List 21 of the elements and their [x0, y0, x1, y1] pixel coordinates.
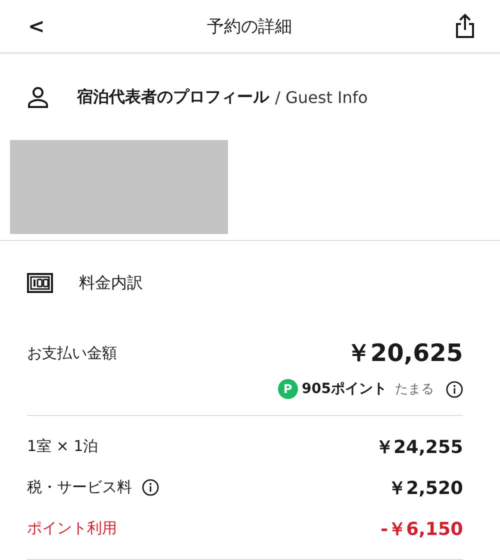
person-icon [27, 86, 49, 108]
fee-label: ポイント利用 [27, 519, 117, 538]
info-icon[interactable] [446, 380, 463, 398]
fee-amount: -￥6,150 [380, 518, 463, 540]
points-badge: P [278, 379, 298, 399]
info-icon[interactable] [142, 479, 159, 496]
fee-amount: ￥2,520 [388, 476, 463, 500]
fee-amount: ￥24,255 [376, 436, 463, 458]
points-amount: 905ポイント [302, 380, 387, 398]
total-label: お支払い金額 [27, 344, 117, 364]
back-button[interactable]: < [28, 14, 45, 38]
section-title: 料金内訳 [79, 272, 143, 294]
page-title: 予約の詳細 [206, 16, 292, 38]
points-note: たまる [395, 381, 434, 398]
fee-label: 税・サービス料 [27, 478, 132, 497]
share-icon[interactable] [454, 13, 476, 39]
fee-label: 1室 × 1泊 [27, 437, 98, 456]
bill-icon [27, 273, 53, 293]
section-title: 宿泊代表者のプロフィール [77, 86, 269, 108]
total-amount: ￥20,625 [346, 338, 463, 369]
section-subtitle: / Guest Info [275, 88, 368, 106]
